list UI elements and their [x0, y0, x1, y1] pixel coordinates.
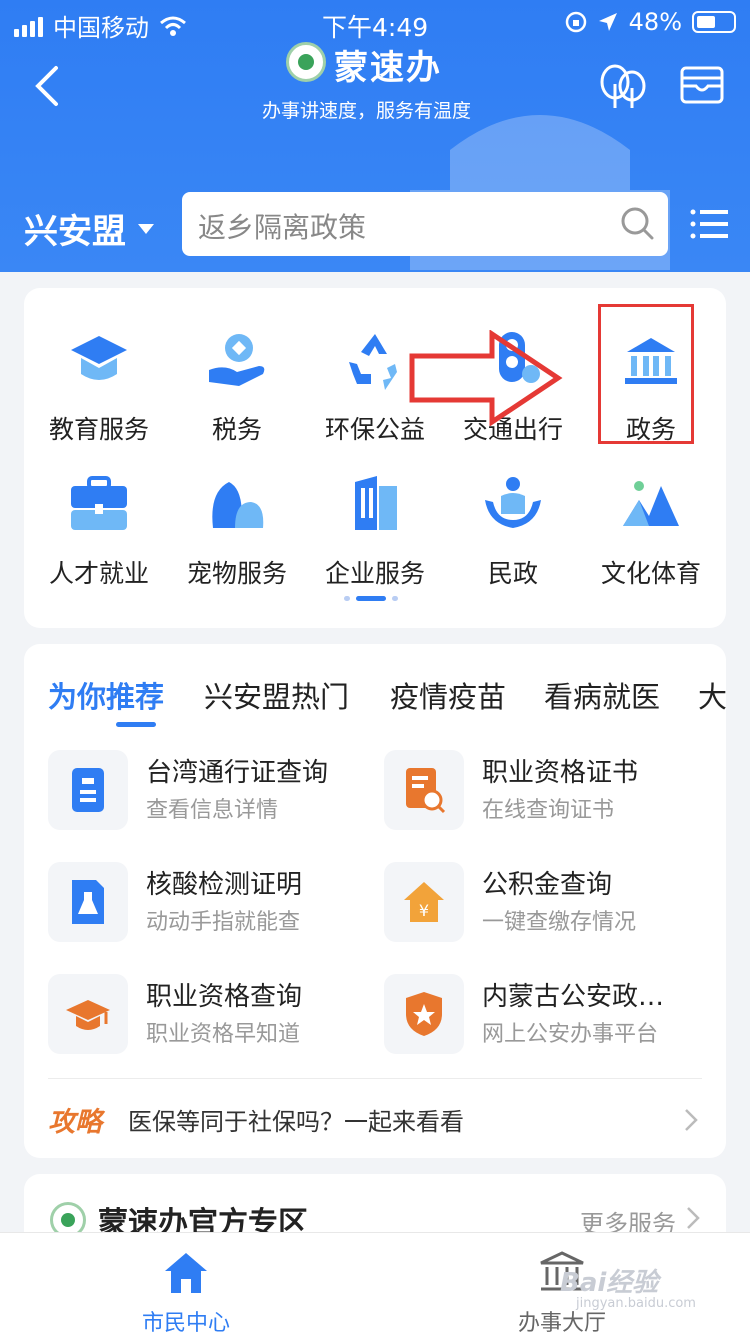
tree-icon[interactable] — [598, 64, 648, 110]
service-item-qualification[interactable]: 职业资格查询 职业资格早知道 — [48, 974, 378, 1058]
tab-more[interactable]: 大 — [698, 674, 726, 716]
pointer-arrow — [409, 330, 563, 426]
police-shield-icon — [406, 992, 442, 1036]
family-care-icon — [485, 477, 541, 528]
recycle-icon — [349, 334, 397, 390]
office-building-icon — [355, 476, 397, 530]
wifi-icon — [160, 16, 186, 36]
service-tax[interactable]: 税务 — [172, 328, 302, 446]
mountain-icon — [623, 481, 679, 526]
service-item-nucleic-test[interactable]: 核酸检测证明 动动手指就能查 — [48, 862, 378, 946]
battery-percent: 48% — [628, 8, 682, 36]
watermark: Bai经验 — [560, 1268, 659, 1298]
pet-icon — [212, 482, 264, 528]
search-bar[interactable]: 返乡隔离政策 — [182, 192, 668, 256]
hand-coin-icon — [209, 334, 265, 386]
tab-for-you[interactable]: 为你推荐 — [48, 674, 164, 716]
highlight-box — [598, 304, 694, 444]
search-placeholder: 返乡隔离政策 — [198, 211, 367, 244]
divider — [48, 1078, 702, 1079]
home-icon — [165, 1253, 207, 1293]
tab-hot[interactable]: 兴安盟热门 — [204, 674, 349, 716]
watermark-url: jingyan.baidu.com — [576, 1296, 696, 1311]
emblem-icon — [286, 42, 326, 82]
tab-citizen-center[interactable]: 市民中心 — [86, 1249, 286, 1334]
service-item-housing-fund[interactable]: ¥ 公积金查询 一键查缴存情况 — [384, 862, 714, 946]
orientation-lock-icon — [565, 11, 586, 33]
brand-name: 蒙速办 — [334, 48, 442, 88]
service-employment[interactable]: 人才就业 — [34, 472, 164, 590]
house-yuan-icon: ¥ — [404, 882, 444, 922]
recommend-panel: 为你推荐 兴安盟热门 疫情疫苗 看病就医 大 台湾通行证查询 查看信息详情 职业… — [24, 644, 726, 1158]
briefcase-icon — [71, 476, 127, 530]
certificate-search-icon — [406, 768, 446, 814]
chevron-right-icon — [685, 1109, 698, 1131]
service-education[interactable]: 教育服务 — [34, 328, 164, 446]
location-icon — [598, 13, 617, 31]
service-culture-sports[interactable]: 文化体育 — [586, 472, 716, 590]
id-card-icon — [72, 768, 104, 812]
service-item-taiwan-pass[interactable]: 台湾通行证查询 查看信息详情 — [48, 750, 378, 834]
brand-slogan: 办事讲速度，服务有温度 — [262, 100, 472, 122]
mortarboard-icon — [71, 336, 127, 380]
app-logo: 蒙速办 办事讲速度，服务有温度 — [258, 38, 498, 138]
signal-icon — [14, 15, 43, 37]
guide-tag: 攻略 — [48, 1107, 102, 1138]
tab-medical[interactable]: 看病就医 — [544, 674, 660, 716]
service-item-police[interactable]: 内蒙古公安政… 网上公安办事平台 — [384, 974, 714, 1058]
service-enterprise[interactable]: 企业服务 — [310, 472, 440, 590]
city-selector[interactable]: 兴安盟 — [24, 204, 154, 253]
guide-text: 医保等同于社保吗？一起来看看 — [128, 1108, 464, 1136]
status-bar: 中国移动 下午4:49 48% — [0, 6, 750, 42]
city-name: 兴安盟 — [24, 212, 126, 252]
active-tab-indicator — [116, 722, 156, 727]
service-civil-affairs[interactable]: 民政 — [448, 472, 578, 590]
page-indicator — [344, 596, 398, 601]
service-pet[interactable]: 宠物服务 — [172, 472, 302, 590]
flask-document-icon — [72, 880, 104, 924]
search-icon[interactable] — [620, 206, 654, 240]
graduation-cap-icon — [66, 1000, 110, 1030]
chevron-right-icon[interactable] — [686, 1206, 700, 1230]
card-wallet-icon[interactable] — [680, 66, 724, 104]
svg-text:¥: ¥ — [419, 901, 429, 920]
menu-icon[interactable] — [690, 208, 728, 240]
service-item-certificate[interactable]: 职业资格证书 在线查询证书 — [384, 750, 714, 834]
tab-epidemic[interactable]: 疫情疫苗 — [390, 674, 506, 716]
guide-link[interactable]: 攻略 医保等同于社保吗？一起来看看 — [48, 1100, 702, 1140]
battery-icon — [692, 11, 736, 33]
caret-down-icon — [138, 223, 154, 234]
back-icon[interactable] — [30, 64, 70, 108]
carrier-name: 中国移动 — [53, 14, 149, 42]
app-header: 中国移动 下午4:49 48% 蒙速办 办事讲速度，服务有温度 兴安盟 返乡隔离… — [0, 0, 750, 272]
